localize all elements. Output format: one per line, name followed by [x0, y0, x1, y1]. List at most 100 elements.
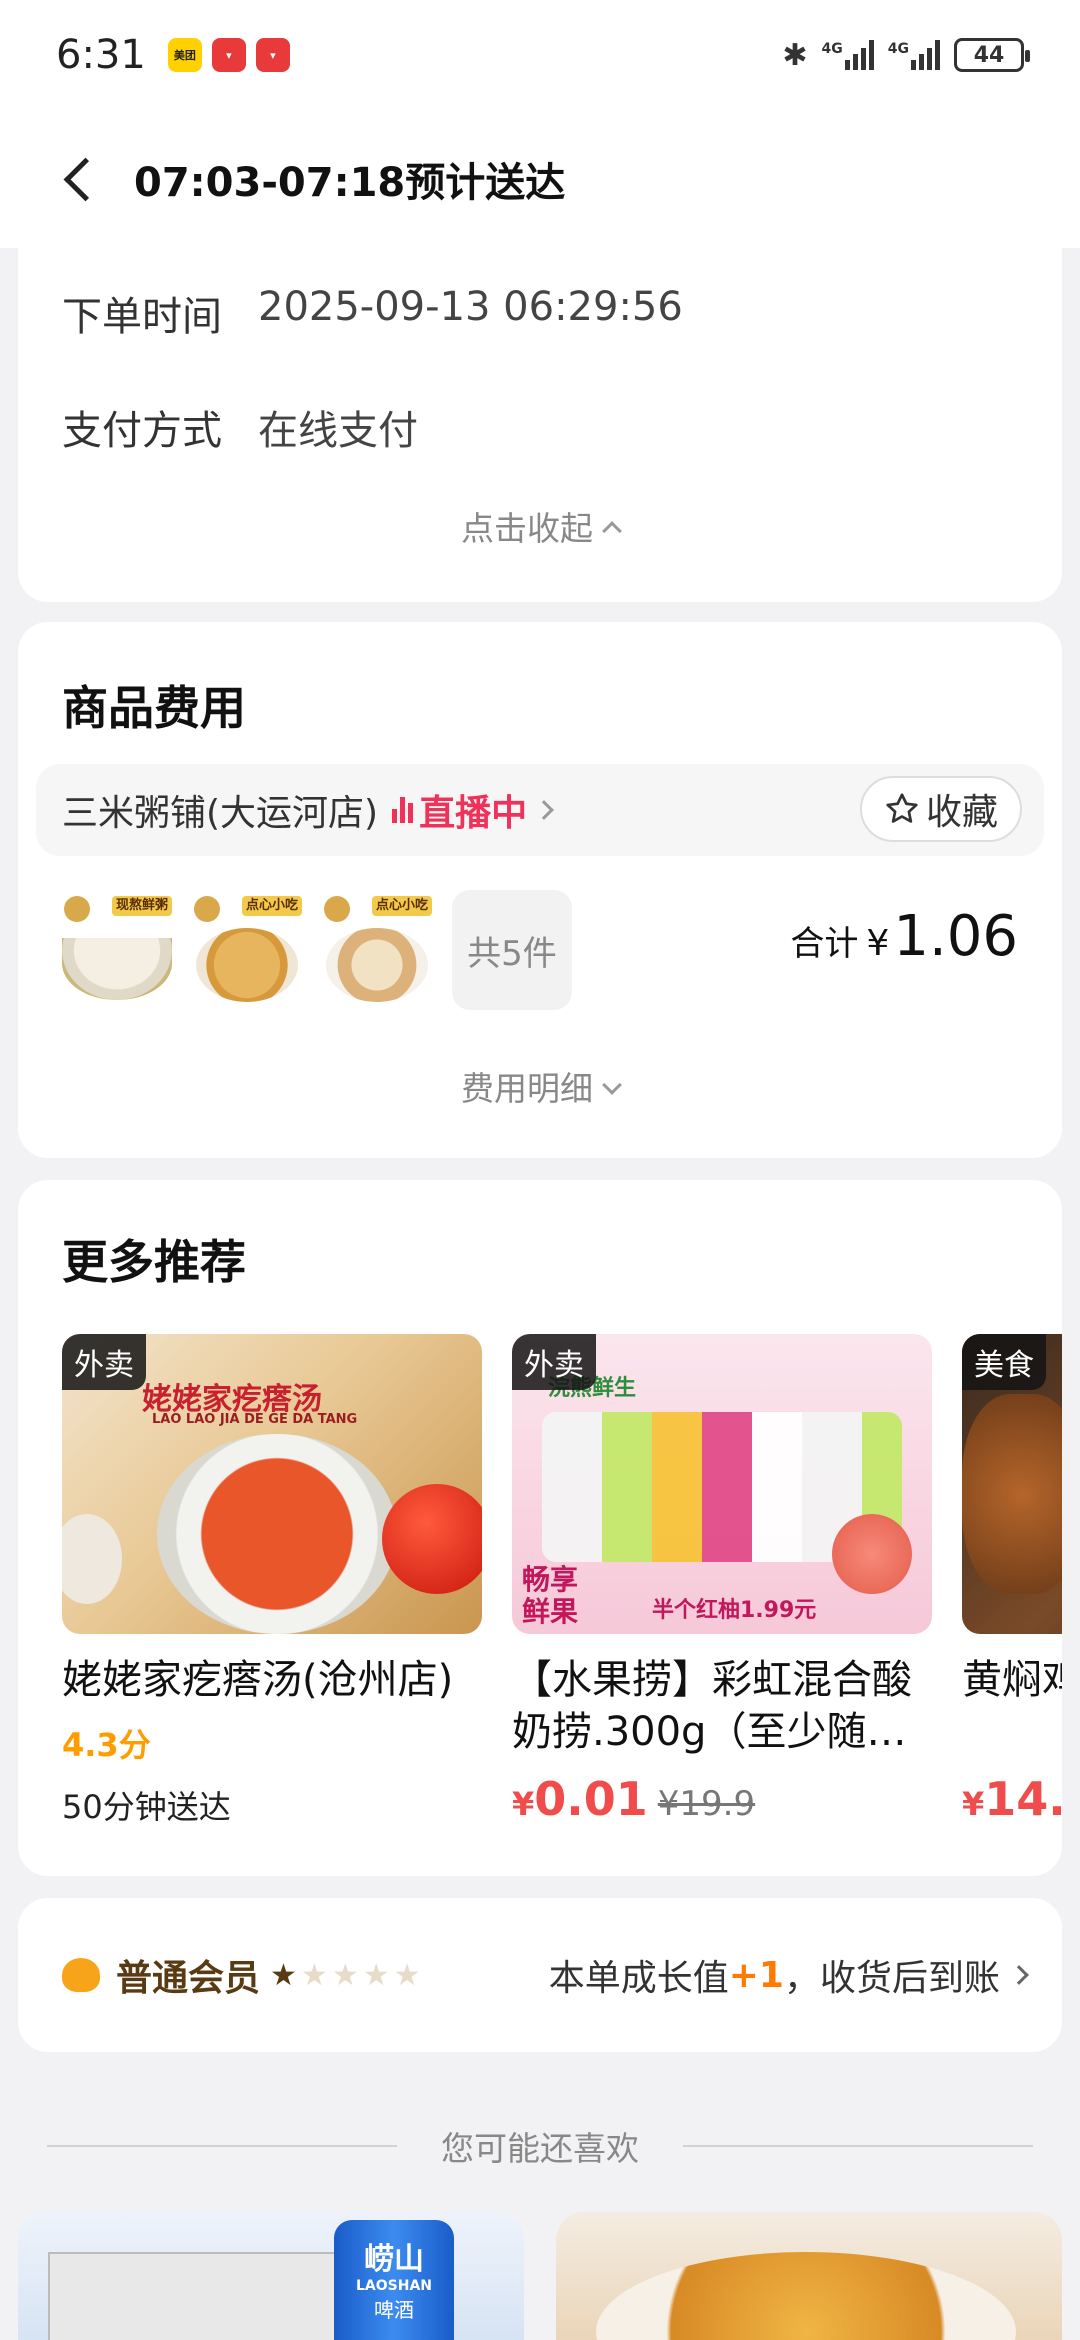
recommend-list[interactable]: 姥姥家疙瘩汤 LAO LAO JIA DE GE DA TANG 外卖 姥姥家疙…	[62, 1334, 1062, 1828]
recommend-item[interactable]: 浣熊鲜生 畅享 鲜果 半个红柚1.99元 外卖 【水果捞】彩虹混合酸奶捞.300g…	[512, 1334, 932, 1828]
guess-item-pancake[interactable]	[556, 2212, 1062, 2340]
egg-shape	[62, 1514, 122, 1604]
total-label: 合计	[790, 924, 859, 964]
rec-badge: 外卖	[62, 1334, 146, 1390]
unionpay-app-icon-2: ▾	[255, 38, 290, 72]
fruit-image[interactable]: 浣熊鲜生 畅享 鲜果 半个红柚1.99元 外卖	[512, 1334, 932, 1634]
favorite-label: 收藏	[925, 792, 998, 833]
goods-thumb-porridge[interactable]: 现熬鲜粥	[58, 890, 176, 1008]
recommend-item[interactable]: 美食 黄焖鸡 ¥ 14.9	[962, 1334, 1062, 1828]
member-card[interactable]: 普通会员 ★ ★ ★ ★ ★ 本单成长值 +1 ，收货后到账	[18, 1898, 1062, 2052]
goods-thumbnails[interactable]: 现熬鲜粥 点心小吃 点心小吃	[58, 890, 436, 1008]
goods-fee-card: 商品费用 三米粥铺(大运河店) 直播中 收藏 现熬鲜粥 点心小吃 点心小吃 共5…	[18, 622, 1062, 1158]
beer-brand-en: LAOSHAN	[355, 2278, 432, 2294]
original-price: ¥19.9	[657, 1784, 756, 1824]
guess-divider: 您可能还喜欢	[0, 2122, 1080, 2170]
order-time-value: 2025-09-13 06:29:56	[258, 284, 683, 330]
tomato-shape	[382, 1484, 482, 1594]
pancake-shape	[596, 2252, 1016, 2340]
guess-item-beer[interactable]: 崂山 LAOSHAN 啤酒	[18, 2212, 524, 2340]
order-info-card: 下单时间 2025-09-13 06:29:56 支付方式 在线支付 点击收起	[18, 248, 1062, 602]
beer-brand-sub: 啤酒	[374, 2298, 414, 2322]
growth-info[interactable]: 本单成长值 +1 ，收货后到账	[548, 1949, 1029, 2001]
goods-thumb-snack[interactable]: 点心小吃	[318, 890, 436, 1008]
shop-logo-icon	[324, 896, 350, 922]
order-total: 合计 ¥ 1.06	[790, 904, 1018, 969]
member-badge-icon	[58, 1954, 104, 1996]
item-count[interactable]: 共5件	[452, 890, 572, 1010]
rec-price: ¥ 0.01 ¥19.9	[512, 1772, 932, 1826]
status-bar: 6:31 美团 ▾ ▾ ✱ 4G 4G 44	[0, 0, 1080, 110]
recommend-item[interactable]: 姥姥家疙瘩汤 LAO LAO JIA DE GE DA TANG 外卖 姥姥家疙…	[62, 1334, 482, 1828]
grapefruit-shape	[832, 1514, 912, 1594]
member-level: 普通会员	[116, 1958, 261, 1999]
beer-box-shape	[48, 2252, 348, 2340]
chevron-right-icon	[534, 800, 555, 820]
recommend-title: 更多推荐	[62, 1235, 246, 1289]
star-icon: ★	[362, 1957, 390, 1993]
growth-prefix: 本单成长值	[548, 1958, 729, 1999]
currency-symbol: ¥	[512, 1785, 535, 1823]
chevron-down-icon	[602, 1075, 622, 1095]
beer-can-shape: 崂山 LAOSHAN 啤酒	[334, 2220, 454, 2340]
pancake-image	[196, 928, 298, 1002]
unionpay-app-icon: ▾	[211, 38, 246, 72]
dish-shape	[962, 1394, 1062, 1594]
status-time: 6:31	[56, 32, 146, 78]
back-arrow-icon[interactable]	[60, 159, 100, 199]
star-outline-icon	[886, 793, 918, 823]
bluetooth-icon: ✱	[782, 37, 808, 73]
braised-chicken-image[interactable]: 美食	[962, 1334, 1062, 1634]
goods-thumb-pancake[interactable]: 点心小吃	[188, 890, 306, 1008]
order-time-row: 下单时间 2025-09-13 06:29:56	[62, 284, 683, 342]
thumb-tag: 现熬鲜粥	[112, 896, 172, 916]
star-icon: ★	[393, 1957, 421, 1993]
star-icon: ★	[331, 1957, 359, 1993]
battery-icon: 44	[954, 38, 1030, 72]
snack-image	[326, 928, 428, 1002]
shop-name[interactable]: 三米粥铺(大运河店)	[62, 784, 378, 836]
rec-name[interactable]: 黄焖鸡	[962, 1654, 1062, 1706]
rec-name[interactable]: 姥姥家疙瘩汤(沧州店)	[62, 1654, 482, 1706]
live-status[interactable]: 直播中	[419, 784, 527, 836]
star-icon: ★	[300, 1957, 328, 1993]
current-price: 0.01	[534, 1772, 648, 1826]
rec-name[interactable]: 【水果捞】彩虹混合酸奶捞.300g（至少随…	[512, 1654, 932, 1758]
collapse-toggle[interactable]: 点击收起	[18, 502, 1062, 550]
rec-score: 4.3分	[62, 1726, 151, 1764]
guess-label: 您可能还喜欢	[441, 2129, 639, 2168]
thumb-tag: 点心小吃	[242, 896, 302, 916]
growth-suffix: ，收货后到账	[783, 1958, 1000, 1999]
recommend-card: 更多推荐 姥姥家疙瘩汤 LAO LAO JIA DE GE DA TANG 外卖…	[18, 1180, 1062, 1876]
signal-icon-2: 4G	[888, 40, 940, 70]
member-stars: ★ ★ ★ ★ ★	[270, 1958, 421, 1993]
rec-eta: 50分钟送达	[62, 1788, 231, 1826]
beer-brand: 崂山	[364, 2242, 424, 2277]
total-amount: 1.06	[893, 904, 1018, 969]
divider-line	[683, 2145, 1033, 2147]
live-bars-icon	[392, 797, 414, 823]
payment-method-row: 支付方式 在线支付	[62, 398, 418, 456]
growth-value: +1	[728, 1954, 784, 1996]
payment-method-label: 支付方式	[62, 408, 222, 454]
signal-icon-1: 4G	[822, 40, 874, 70]
page-header: 07:03-07:18预计送达	[0, 110, 1080, 248]
order-time-label: 下单时间	[62, 294, 222, 340]
currency-symbol: ¥	[866, 923, 890, 964]
rec-badge: 美食	[962, 1334, 1046, 1390]
soup-image-subcaption: LAO LAO JIA DE GE DA TANG	[152, 1412, 358, 1427]
goods-fee-title: 商品费用	[62, 681, 246, 735]
fee-detail-toggle[interactable]: 费用明细	[18, 1062, 1062, 1110]
shop-bar[interactable]: 三米粥铺(大运河店) 直播中 收藏	[36, 764, 1044, 856]
fruit-promo-text: 畅享 鲜果	[522, 1563, 579, 1628]
chevron-right-icon	[1009, 1965, 1029, 1985]
collapse-label: 点击收起	[461, 509, 593, 548]
soup-bowl-shape	[157, 1434, 397, 1634]
chevron-up-icon	[602, 521, 622, 541]
fee-detail-label: 费用明细	[461, 1069, 593, 1108]
current-price: 14.9	[984, 1772, 1062, 1826]
soup-image[interactable]: 姥姥家疙瘩汤 LAO LAO JIA DE GE DA TANG 外卖	[62, 1334, 482, 1634]
favorite-button[interactable]: 收藏	[860, 776, 1022, 842]
meituan-app-icon: 美团	[167, 38, 202, 72]
page-title: 07:03-07:18预计送达	[134, 160, 566, 206]
